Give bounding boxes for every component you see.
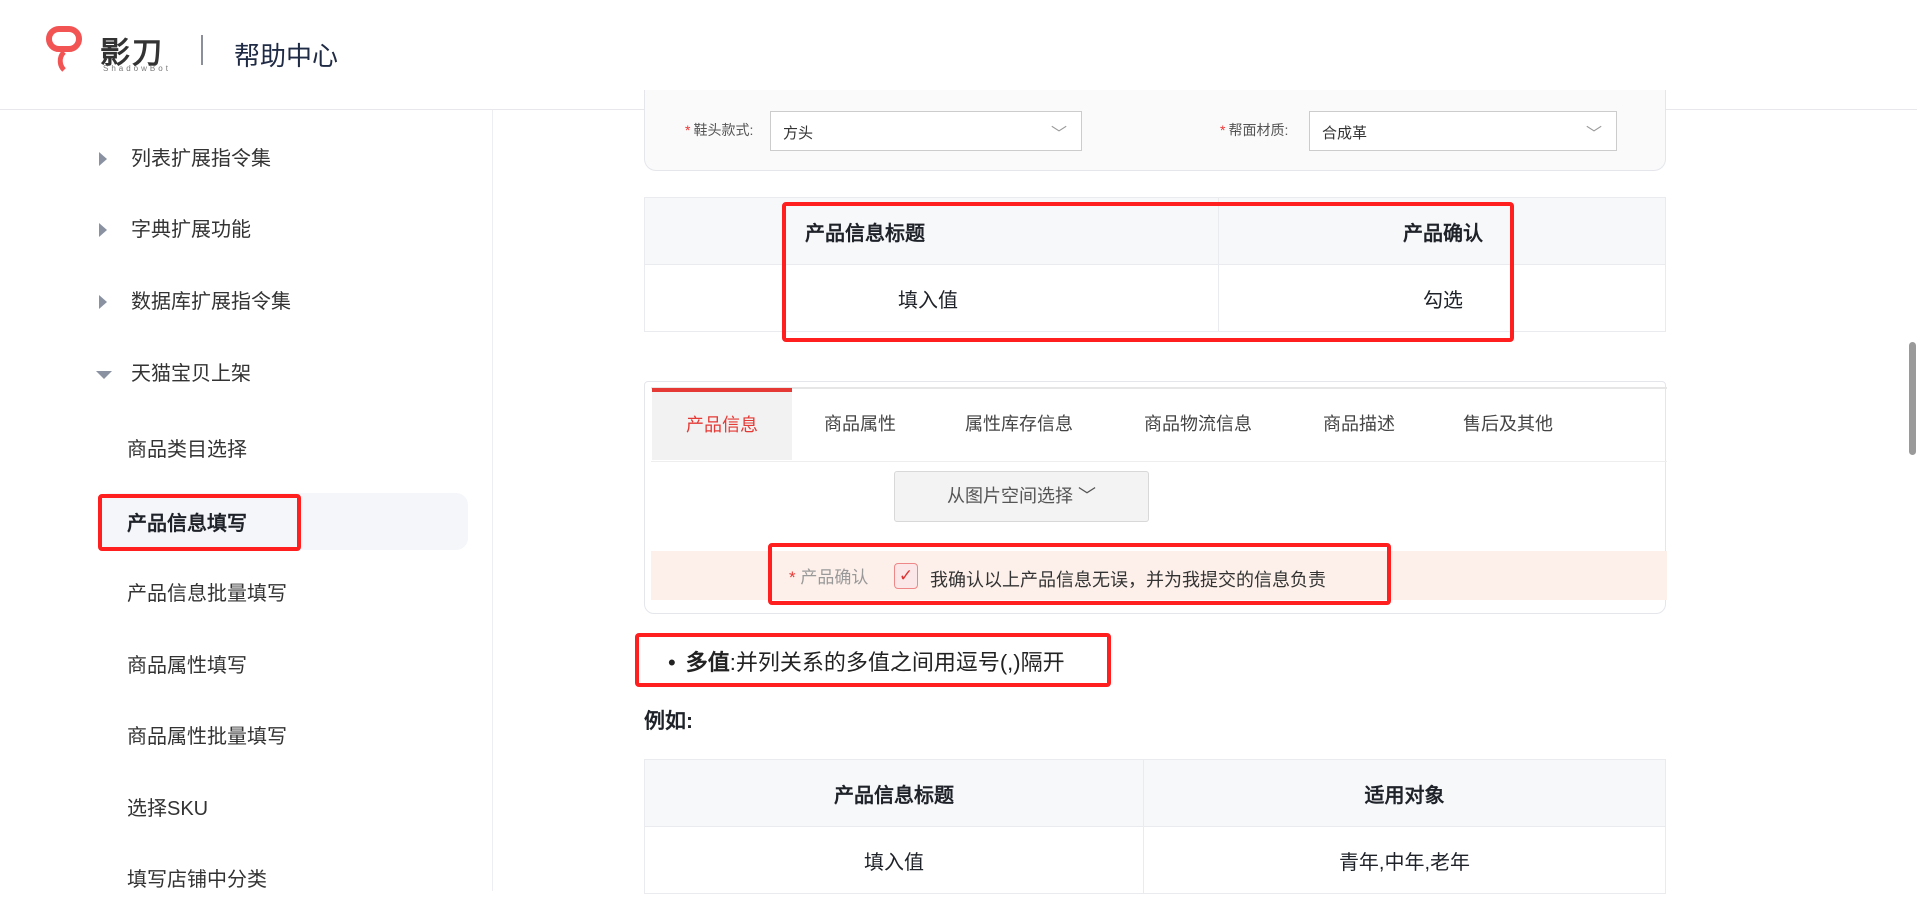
table-header: 产品信息标题 [644, 759, 1144, 827]
sidebar-item-label: 填写店铺中分类 [127, 869, 267, 891]
caret-right-icon [99, 223, 107, 237]
page-title[interactable]: 帮助中心 [234, 36, 338, 73]
scrollbar-thumb[interactable] [1909, 342, 1916, 455]
sidebar-item-label: 商品属性批量填写 [127, 726, 287, 748]
table-cell: 青年,中年,老年 [1143, 826, 1666, 894]
chevron-down-icon: ﹀ [1050, 126, 1067, 143]
sidebar-item-label: 选择SKU [127, 798, 209, 820]
tab-product-attr[interactable]: 商品属性 [824, 388, 896, 460]
shadowbot-logo-icon [46, 26, 82, 72]
table-cell: 填入值 [644, 826, 1144, 894]
image-space-select-button[interactable]: 从图片空间选择 ﹀ [894, 471, 1149, 522]
table-header: 适用对象 [1143, 759, 1666, 827]
chevron-down-icon: ﹀ [1585, 126, 1602, 143]
sidebar-item-sku[interactable]: 选择SKU [0, 789, 493, 829]
sidebar-item-product-info-batch[interactable]: 产品信息批量填写 [0, 574, 493, 614]
tab-description[interactable]: 商品描述 [1323, 388, 1395, 460]
sidebar-item-label: 字典扩展功能 [131, 219, 251, 241]
shoe-toe-select[interactable]: 方头 ﹀ [770, 111, 1082, 151]
caret-right-icon [99, 295, 107, 309]
upper-material-select[interactable]: 合成革 ﹀ [1309, 111, 1617, 151]
sidebar-item-tmall[interactable]: 天猫宝贝上架 [0, 354, 493, 394]
tab-after-sales[interactable]: 售后及其他 [1463, 388, 1553, 460]
sidebar-item-list-ext[interactable]: 列表扩展指令集 [0, 139, 493, 179]
highlight-box [782, 202, 1514, 342]
caret-right-icon [99, 152, 107, 166]
sidebar-item-dict-ext[interactable]: 字典扩展功能 [0, 210, 493, 250]
sidebar-item-label: 产品信息批量填写 [127, 583, 287, 605]
brand-subtitle: ShadowBot [103, 64, 171, 73]
table-example: 产品信息标题 适用对象 填入值 青年,中年,老年 [644, 759, 1666, 894]
header-divider [201, 35, 203, 65]
sidebar-item-label: 数据库扩展指令集 [131, 291, 291, 313]
sidebar-item-attr[interactable]: 商品属性填写 [0, 646, 493, 686]
tab-product-info[interactable]: 产品信息 [652, 388, 792, 460]
caret-down-icon [96, 371, 112, 379]
button-label: 从图片空间选择 [946, 486, 1073, 506]
sidebar: 列表扩展指令集 字典扩展功能 数据库扩展指令集 天猫宝贝上架 商品类目选择 产品… [0, 110, 493, 891]
form-screenshot: * 鞋头款式: 方头 ﹀ * 帮面材质: 合成革 ﹀ [644, 90, 1666, 171]
tab-attr-stock[interactable]: 属性库存信息 [965, 388, 1073, 460]
sidebar-item-label: 商品属性填写 [127, 655, 247, 677]
highlight-box [98, 494, 301, 551]
sidebar-item-label: 天猫宝贝上架 [131, 363, 251, 385]
sidebar-item-category[interactable]: 商品类目选择 [0, 430, 493, 470]
sidebar-item-label: 商品类目选择 [127, 439, 247, 461]
sidebar-item-attr-batch[interactable]: 商品属性批量填写 [0, 717, 493, 757]
sidebar-item-label: 列表扩展指令集 [131, 148, 271, 170]
shoe-toe-label: * 鞋头款式: [685, 122, 754, 138]
highlight-box [635, 633, 1111, 687]
sidebar-item-db-ext[interactable]: 数据库扩展指令集 [0, 282, 493, 322]
tab-logistics[interactable]: 商品物流信息 [1144, 388, 1252, 460]
example-label: 例如: [644, 710, 693, 733]
chevron-down-icon: ﹀ [1078, 486, 1096, 506]
sidebar-item-shop-category[interactable]: 填写店铺中分类 [0, 860, 493, 900]
highlight-box [768, 543, 1391, 605]
upper-material-label: * 帮面材质: [1220, 122, 1289, 138]
